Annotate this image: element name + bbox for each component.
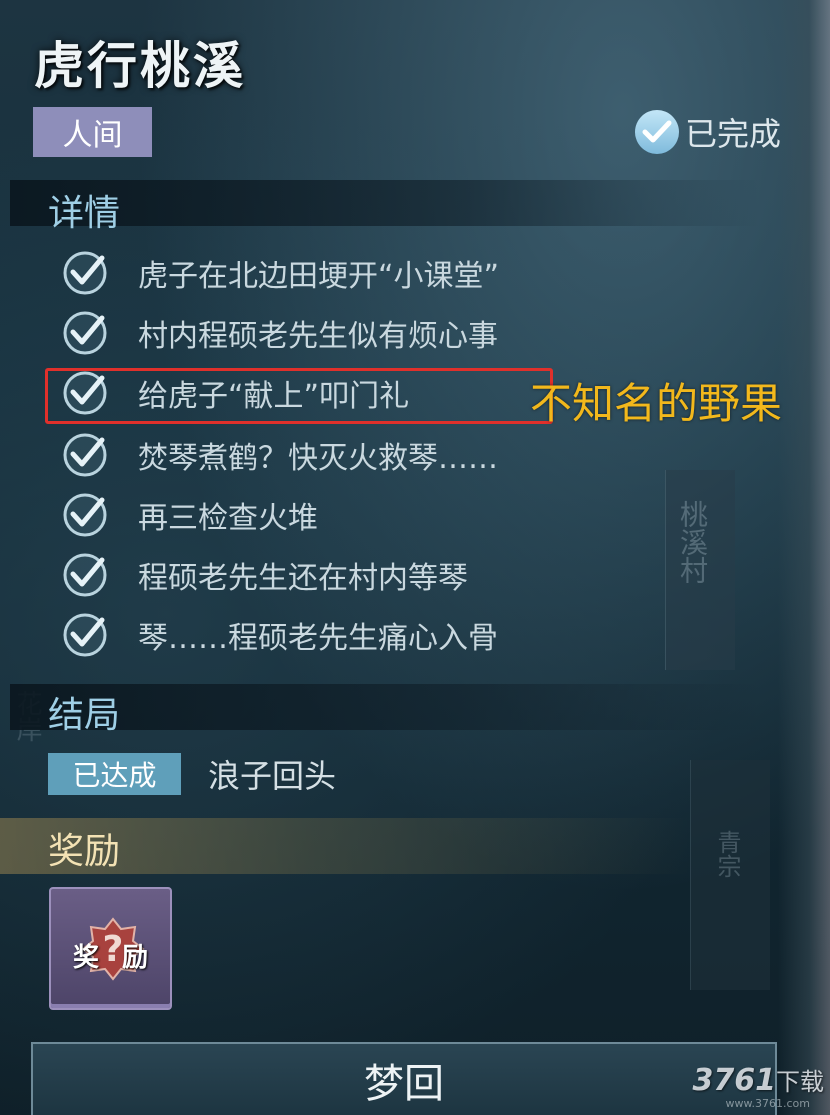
reward-item-card[interactable]: ? 奖 励 — [49, 887, 172, 1010]
reward-item-label: 奖 励 — [51, 937, 170, 974]
watermark-logo: 3761下载 — [693, 1062, 825, 1098]
background-side-text: 桃溪村 — [676, 500, 709, 584]
task-text: 虎子在北边田埂开“小课堂” — [138, 259, 500, 294]
task-check-icon — [63, 553, 107, 597]
task-check-icon — [63, 311, 107, 355]
details-section-bar — [10, 180, 760, 226]
annotation-text: 不知名的野果 — [530, 379, 783, 428]
task-row: 焚琴煮鹤？快灭火救琴…… — [62, 430, 498, 480]
reward-heading: 奖励 — [48, 831, 121, 872]
task-row: 再三检查火堆 — [62, 490, 318, 540]
status-label: 已完成 — [685, 115, 782, 153]
ending-heading: 结局 — [48, 695, 121, 736]
task-text: 村内程硕老先生似有烦心事 — [138, 319, 498, 354]
quest-title: 虎行桃溪 — [34, 36, 246, 95]
task-row: 村内程硕老先生似有烦心事 — [62, 308, 498, 358]
reward-item-char-2: 励 — [121, 943, 148, 973]
task-check-icon — [63, 613, 107, 657]
reward-item-char-1: 奖 — [73, 943, 100, 973]
completed-status: 已完成 — [635, 110, 781, 154]
check-circle-icon — [635, 110, 679, 154]
task-check-icon — [63, 251, 107, 295]
watermark-suffix: 下载 — [776, 1068, 824, 1096]
watermark-url: www.3761.com — [725, 1097, 810, 1110]
task-text: 再三检查火堆 — [138, 501, 318, 536]
details-heading: 详情 — [48, 193, 121, 234]
task-row: 琴……程硕老先生痛心入骨 — [62, 610, 498, 660]
task-text: 琴……程硕老先生痛心入骨 — [138, 621, 498, 656]
quest-category-tag: 人间 — [33, 107, 152, 157]
task-text: 焚琴煮鹤？快灭火救琴…… — [138, 441, 498, 476]
watermark-brand: 3761 — [692, 1063, 777, 1098]
ending-section-bar — [10, 684, 760, 730]
background-edge — [778, 0, 830, 1115]
task-row: 程硕老先生还在村内等琴 — [62, 550, 468, 600]
dream-replay-button[interactable]: 梦回 — [31, 1042, 777, 1115]
ending-name: 浪子回头 — [208, 757, 337, 795]
task-check-icon — [63, 493, 107, 537]
task-check-icon — [63, 433, 107, 477]
task-text: 程硕老先生还在村内等琴 — [138, 561, 468, 596]
task-row: 虎子在北边田埂开“小课堂” — [62, 248, 499, 298]
annotation-highlight-box — [45, 368, 553, 424]
quest-panel: 桃溪村 青宗 花岸 虎行桃溪 人间 已完成 详情 虎子在北边田埂开“小课堂”村内… — [0, 0, 830, 1115]
ending-achieved-badge: 已达成 — [48, 753, 181, 795]
background-side-text-2: 青宗 — [713, 830, 741, 878]
